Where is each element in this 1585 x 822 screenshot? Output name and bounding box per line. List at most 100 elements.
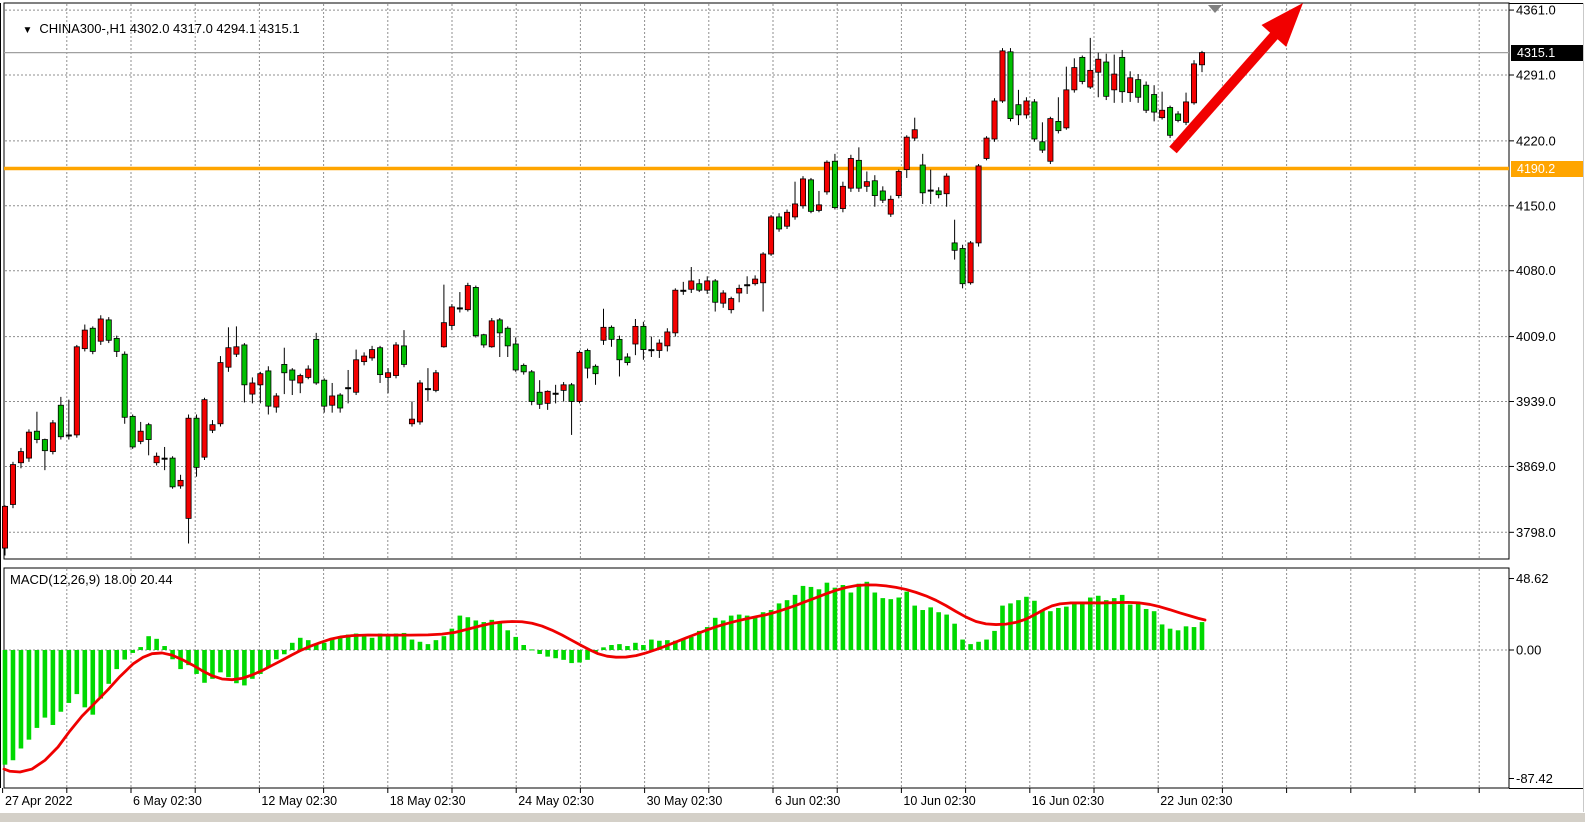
macd-histogram-bar xyxy=(944,615,949,650)
candle-body xyxy=(952,243,957,250)
macd-histogram-bar xyxy=(298,638,303,650)
macd-histogram-bar xyxy=(1112,598,1117,650)
macd-histogram-bar xyxy=(162,646,167,650)
candle-body xyxy=(912,130,917,138)
macd-histogram-bar xyxy=(138,647,143,650)
candle-body xyxy=(1072,68,1077,90)
candle-body xyxy=(449,307,454,326)
macd-histogram-bar xyxy=(130,650,135,653)
candle-body xyxy=(904,137,909,169)
candle-body xyxy=(593,366,598,373)
candle-body xyxy=(545,391,550,403)
candle-body xyxy=(561,385,566,391)
macd-histogram-bar xyxy=(1144,609,1149,650)
macd-histogram-bar xyxy=(1168,629,1173,650)
macd-histogram-bar xyxy=(202,650,207,683)
macd-histogram-bar xyxy=(1072,604,1077,650)
candle-body xyxy=(960,248,965,283)
macd-histogram-bar xyxy=(601,647,606,650)
candle-body xyxy=(673,290,678,333)
price-axis-label: 3798.0 xyxy=(1516,525,1556,540)
candle-body xyxy=(393,345,398,376)
macd-histogram-bar xyxy=(505,630,510,650)
candle-body xyxy=(330,396,335,405)
macd-histogram-bar xyxy=(1048,611,1053,650)
macd-histogram-bar xyxy=(1200,622,1205,650)
candle-body xyxy=(346,388,351,389)
macd-histogram-bar xyxy=(11,650,16,760)
candle-body xyxy=(601,327,606,340)
candle-body xyxy=(1128,78,1133,93)
candle-body xyxy=(401,346,406,365)
candle-body xyxy=(26,432,31,458)
chart-canvas[interactable]: 27 Apr 20226 May 02:3012 May 02:3018 May… xyxy=(0,0,1585,822)
candle-body xyxy=(465,286,470,310)
macd-histogram-bar xyxy=(1176,630,1181,650)
price-axis-label: 4361.0 xyxy=(1516,3,1556,18)
chart-header: ▼CHINA300-,H1 4302.0 4317.0 4294.1 4315.… xyxy=(8,6,300,51)
macd-histogram-bar xyxy=(569,650,574,663)
candle-body xyxy=(505,328,510,346)
macd-pane[interactable] xyxy=(4,568,1509,788)
macd-histogram-bar xyxy=(809,587,814,650)
price-axis-label: 4009.0 xyxy=(1516,329,1556,344)
candle-body xyxy=(1199,53,1204,65)
macd-histogram-bar xyxy=(1032,601,1037,650)
macd-histogram-bar xyxy=(218,650,223,672)
macd-histogram-bar xyxy=(497,622,502,650)
candle-body xyxy=(521,365,526,371)
macd-histogram-bar xyxy=(833,588,838,650)
time-axis-label: 6 Jun 02:30 xyxy=(775,794,840,808)
candle-body xyxy=(920,165,925,193)
current-price-tag: 4315.1 xyxy=(1511,45,1583,61)
macd-histogram-bar xyxy=(1056,608,1061,650)
candle-body xyxy=(274,396,279,407)
macd-histogram-bar xyxy=(745,616,750,650)
macd-histogram-bar xyxy=(609,645,614,650)
macd-histogram-bar xyxy=(577,650,582,662)
macd-histogram-bar xyxy=(426,644,431,650)
candle-body xyxy=(146,425,151,440)
candle-body xyxy=(808,180,813,212)
candle-body xyxy=(657,343,662,350)
candle-body xyxy=(162,458,167,459)
macd-histogram-bar xyxy=(641,645,646,650)
macd-histogram-bar xyxy=(1008,603,1013,650)
macd-histogram-bar xyxy=(418,642,423,650)
candle-body xyxy=(1144,85,1149,110)
candle-body xyxy=(864,182,869,187)
candle-body xyxy=(1024,101,1029,115)
candle-body xyxy=(976,166,981,243)
candle-body xyxy=(689,281,694,289)
macd-histogram-bar xyxy=(194,650,199,674)
macd-histogram-bar xyxy=(474,620,479,650)
candle-body xyxy=(18,452,23,463)
candle-body xyxy=(713,281,718,302)
symbol-dropdown-icon[interactable]: ▼ xyxy=(22,25,32,36)
trading-chart-window: 27 Apr 20226 May 02:3012 May 02:3018 May… xyxy=(0,0,1585,822)
candle-body xyxy=(649,350,654,351)
candle-body xyxy=(98,319,103,341)
candle-body xyxy=(362,356,367,362)
candle-body xyxy=(856,160,861,188)
trendline-price-tag: 4190.2 xyxy=(1511,161,1583,177)
candle-body xyxy=(816,205,821,211)
macd-histogram-bar xyxy=(442,636,447,650)
candle-body xyxy=(194,418,199,467)
time-axis-label: 27 Apr 2022 xyxy=(5,794,72,808)
macd-histogram-bar xyxy=(585,650,590,660)
macd-histogram-bar xyxy=(1160,624,1165,650)
candle-body xyxy=(481,335,486,345)
candle-body xyxy=(441,323,446,347)
candle-body xyxy=(577,352,582,401)
candle-body xyxy=(42,440,47,451)
macd-histogram-bar xyxy=(761,612,766,650)
candle-body xyxy=(242,345,247,385)
time-axis-label: 10 Jun 02:30 xyxy=(903,794,975,808)
candle-body xyxy=(1183,102,1188,122)
candle-body xyxy=(226,348,231,367)
candle-body xyxy=(872,181,877,196)
macd-histogram-bar xyxy=(841,585,846,650)
macd-histogram-bar xyxy=(553,650,558,658)
candle-body xyxy=(1032,102,1037,139)
